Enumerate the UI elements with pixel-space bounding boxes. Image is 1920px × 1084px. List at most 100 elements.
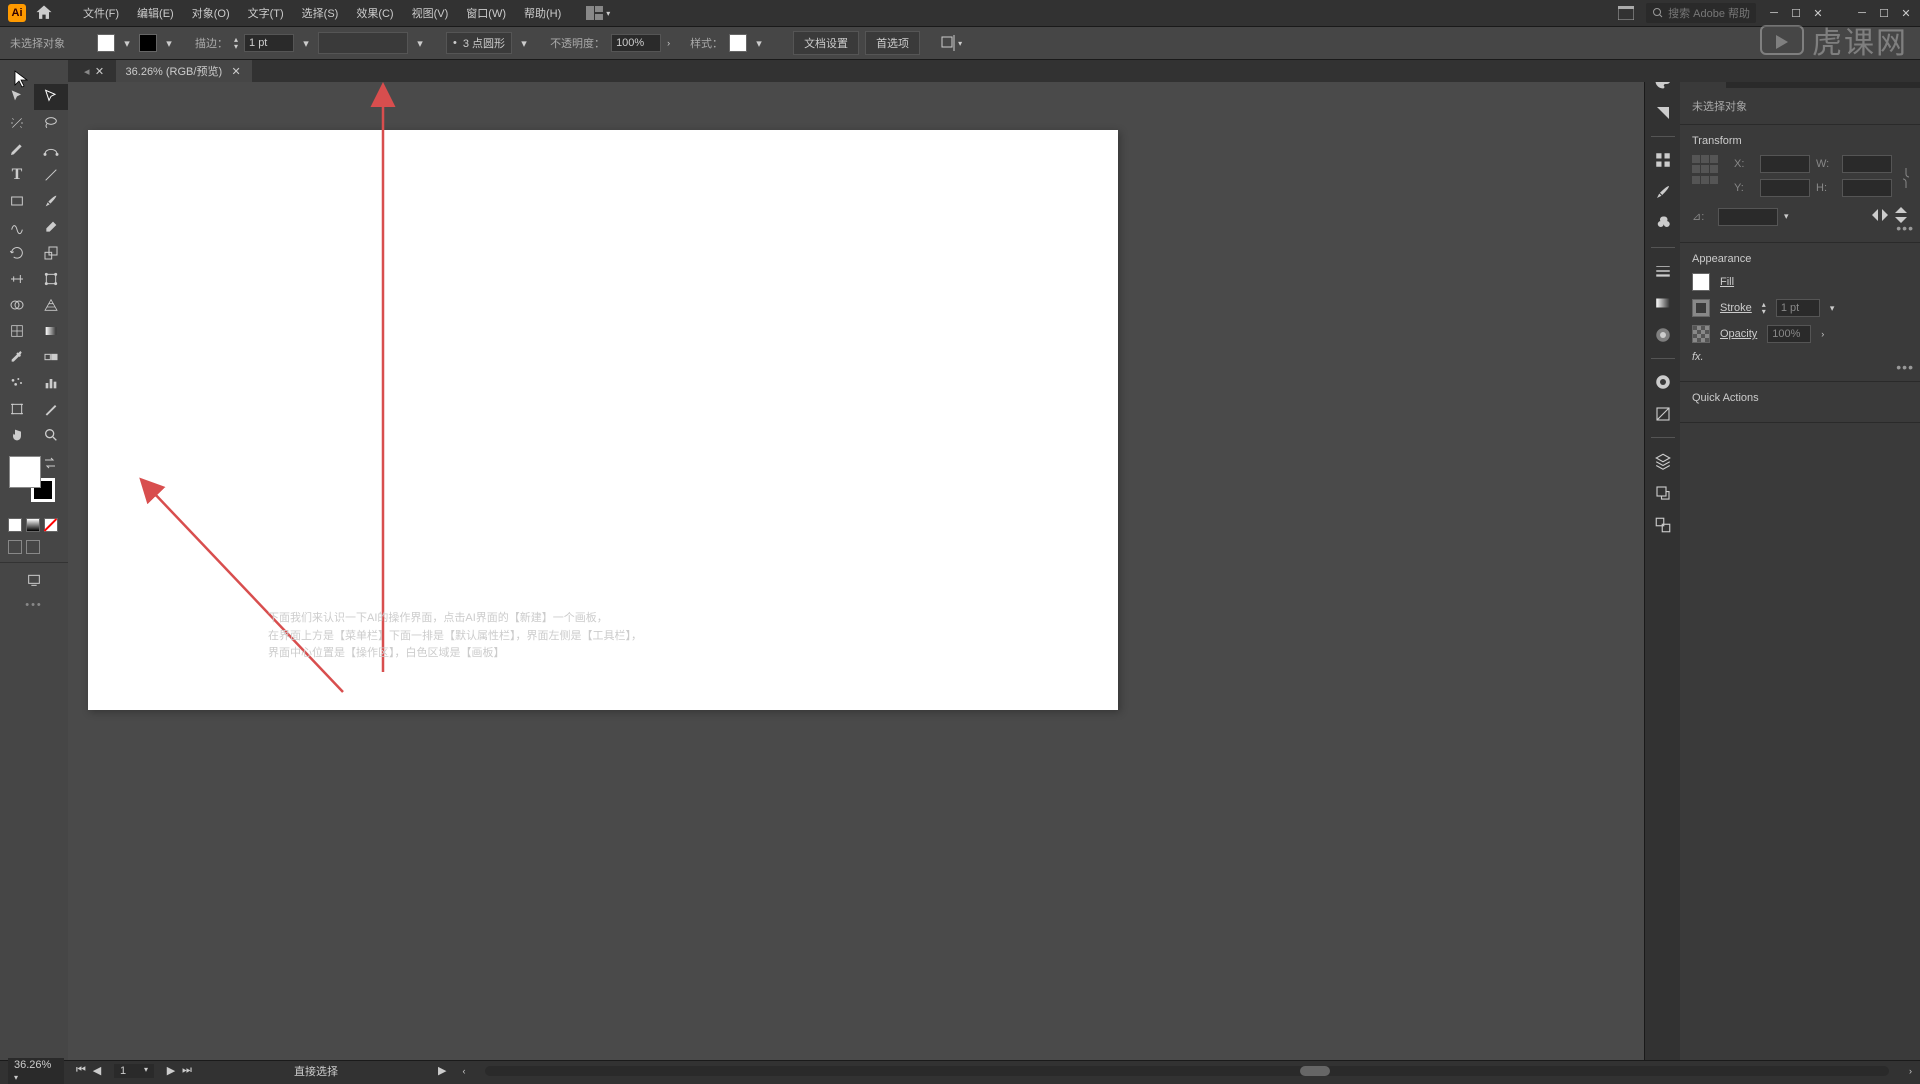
transform-more-icon[interactable]: ••• (1896, 220, 1914, 236)
fill-stroke-control[interactable] (9, 456, 59, 506)
fill-swatch[interactable] (97, 34, 115, 52)
blend-tool[interactable] (34, 344, 68, 370)
preferences-button[interactable]: 首选项 (865, 31, 920, 55)
width-tool[interactable] (0, 266, 34, 292)
stroke-weight-input[interactable] (244, 34, 294, 52)
document-setup-button[interactable]: 文档设置 (793, 31, 859, 55)
scroll-play-icon[interactable]: ▶ (438, 1064, 446, 1077)
close-icon[interactable]: ✕ (1896, 5, 1916, 21)
hand-tool[interactable] (0, 422, 34, 448)
rotate-tool[interactable] (0, 240, 34, 266)
appearance-stroke-swatch[interactable] (1692, 299, 1710, 317)
artboard-tool[interactable] (0, 396, 34, 422)
color-mode-icon[interactable] (8, 518, 22, 532)
fx-label[interactable]: fx. (1692, 351, 1704, 363)
menu-help[interactable]: 帮助(H) (515, 0, 570, 27)
stroke-panel-icon[interactable] (1650, 258, 1676, 284)
appearance-opacity-swatch[interactable] (1692, 325, 1710, 343)
none-mode-icon[interactable] (44, 518, 58, 532)
symbol-sprayer-tool[interactable] (0, 370, 34, 396)
stroke-swatch[interactable] (139, 34, 157, 52)
opacity-input[interactable] (611, 34, 661, 52)
reference-point-grid[interactable] (1692, 155, 1718, 185)
h-input[interactable] (1842, 179, 1892, 197)
menu-select[interactable]: 选择(S) (293, 0, 348, 27)
stroke-dd-icon[interactable]: ▾ (300, 37, 312, 49)
menu-file[interactable]: 文件(F) (74, 0, 128, 27)
brushes-panel-icon[interactable] (1650, 179, 1676, 205)
lasso-tool[interactable] (34, 110, 68, 136)
doc-tab-close-left-icon[interactable]: ✕ (94, 65, 106, 77)
zoom-tool[interactable] (34, 422, 68, 448)
slice-tool[interactable] (34, 396, 68, 422)
brush-dd-icon[interactable]: ▾ (414, 37, 426, 49)
eyedropper-tool[interactable] (0, 344, 34, 370)
arrange-docs-icon[interactable]: ▾ (586, 3, 610, 23)
transparency-panel-icon[interactable] (1650, 322, 1676, 348)
stroke-stepper-icon[interactable]: ▴▾ (234, 36, 238, 50)
mesh-tool[interactable] (0, 318, 34, 344)
gradient-mode-icon[interactable] (26, 518, 40, 532)
sub-close-icon[interactable]: ✕ (1808, 5, 1828, 21)
perspective-grid-tool[interactable] (34, 292, 68, 318)
dash-dd-icon[interactable]: ▾ (518, 37, 530, 49)
appearance-opacity-input[interactable] (1767, 325, 1811, 343)
swap-fill-stroke-icon[interactable] (43, 456, 57, 470)
prev-artboard-icon[interactable]: ◀ (90, 1064, 104, 1078)
graphic-styles-panel-icon[interactable] (1650, 401, 1676, 427)
sub-minimize-icon[interactable]: ─ (1764, 5, 1784, 21)
appearance-panel-icon[interactable] (1650, 369, 1676, 395)
dash-profile[interactable]: • 3 点圆形 (446, 32, 512, 54)
swatches-panel-icon[interactable] (1650, 147, 1676, 173)
color-guide-panel-icon[interactable] (1650, 100, 1676, 126)
search-box[interactable]: 搜索 Adobe 帮助 (1646, 3, 1756, 23)
link-wh-icon[interactable] (1900, 166, 1912, 193)
menu-window[interactable]: 窗口(W) (457, 0, 515, 27)
next-artboard-icon[interactable]: ▶ (164, 1064, 178, 1078)
menu-object[interactable]: 对象(O) (183, 0, 239, 27)
horizontal-scrollbar[interactable] (485, 1066, 1889, 1076)
paintbrush-tool[interactable] (34, 188, 68, 214)
free-transform-tool[interactable] (34, 266, 68, 292)
style-swatch[interactable] (729, 34, 747, 52)
align-icon[interactable]: ▾ (940, 35, 962, 51)
appearance-stroke-input[interactable] (1776, 299, 1820, 317)
menu-type[interactable]: 文字(T) (239, 0, 293, 27)
artboard-number[interactable]: 1 ▾ (114, 1064, 154, 1078)
eraser-tool[interactable] (34, 214, 68, 240)
menu-edit[interactable]: 编辑(E) (128, 0, 183, 27)
appearance-fill-swatch[interactable] (1692, 273, 1710, 291)
angle-input[interactable] (1718, 208, 1778, 226)
opacity-flyout-icon[interactable]: › (667, 38, 670, 48)
menu-view[interactable]: 视图(V) (403, 0, 458, 27)
shaper-tool[interactable] (0, 214, 34, 240)
fill-color-box[interactable] (9, 456, 41, 488)
shape-builder-tool[interactable] (0, 292, 34, 318)
magic-wand-tool[interactable] (0, 110, 34, 136)
symbols-panel-icon[interactable] (1650, 211, 1676, 237)
edit-toolbar-icon[interactable]: ••• (0, 593, 68, 617)
sub-maximize-icon[interactable]: ☐ (1786, 5, 1806, 21)
style-dd-icon[interactable]: ▾ (753, 37, 765, 49)
column-graph-tool[interactable] (34, 370, 68, 396)
artboards-panel-icon[interactable] (1650, 512, 1676, 538)
flip-h-icon[interactable] (1872, 208, 1888, 225)
draw-normal-icon[interactable] (8, 540, 22, 554)
x-input[interactable] (1760, 155, 1810, 173)
brush-preview[interactable] (318, 32, 408, 54)
w-input[interactable] (1842, 155, 1892, 173)
layers-panel-icon[interactable] (1650, 448, 1676, 474)
stroke-dropdown-icon[interactable]: ▾ (163, 37, 175, 49)
y-input[interactable] (1760, 179, 1810, 197)
asset-export-panel-icon[interactable] (1650, 480, 1676, 506)
menu-effect[interactable]: 效果(C) (347, 0, 402, 27)
draw-behind-icon[interactable] (26, 540, 40, 554)
workspace-switcher-icon[interactable] (1614, 3, 1638, 23)
direct-selection-tool[interactable] (34, 84, 68, 110)
type-tool[interactable]: T (0, 162, 34, 188)
maximize-icon[interactable]: ☐ (1874, 5, 1894, 21)
gradient-tool[interactable] (34, 318, 68, 344)
pen-tool[interactable] (0, 136, 34, 162)
rectangle-tool[interactable] (0, 188, 34, 214)
home-icon[interactable] (34, 3, 54, 23)
